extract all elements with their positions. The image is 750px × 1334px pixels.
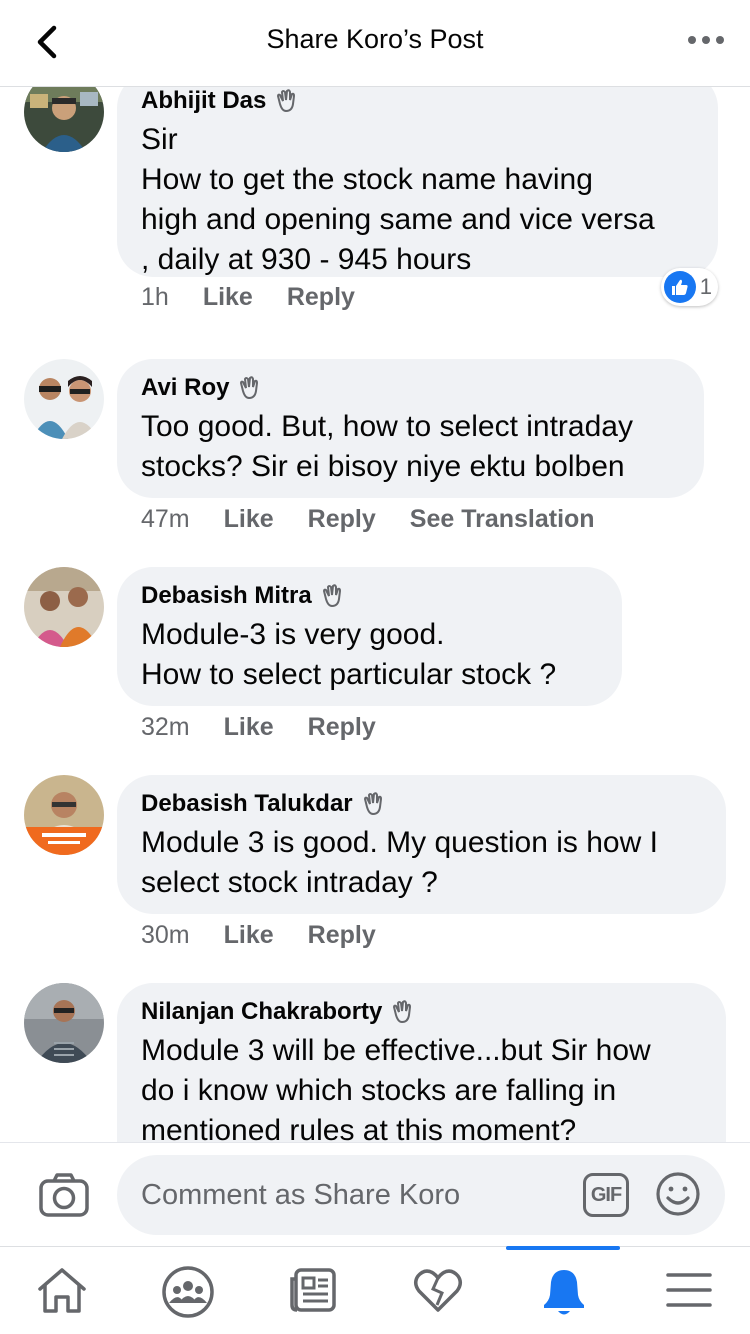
commenter-name[interactable]: Avi Roy <box>141 373 229 403</box>
comment-time[interactable]: 32m <box>141 712 190 742</box>
avatar[interactable] <box>24 775 104 855</box>
avatar[interactable] <box>24 86 104 152</box>
wave-hand-icon[interactable] <box>274 88 300 114</box>
wave-hand-icon[interactable] <box>390 999 416 1025</box>
bottom-tab-bar <box>0 1246 750 1334</box>
menu-icon <box>666 1273 712 1307</box>
comment-actions: 30m Like Reply <box>141 920 410 950</box>
reply-button[interactable]: Reply <box>308 920 376 950</box>
comment-list: Abhijit Das Sir How to get the stock nam… <box>0 86 750 1142</box>
comment-bubble: Avi Roy Too good. But, how to select int… <box>117 359 704 498</box>
comment-text: Module 3 is good. My question is how I s… <box>141 826 658 899</box>
groups-icon <box>162 1266 214 1318</box>
tab-menu[interactable] <box>659 1265 719 1319</box>
page-title: Share Koro’s Post <box>266 24 484 54</box>
comment-bubble: Abhijit Das Sir How to get the stock nam… <box>117 86 718 277</box>
commenter-name[interactable]: Debasish Talukdar <box>141 789 353 819</box>
comment-actions: 32m Like Reply <box>141 712 410 742</box>
notifications-bell-icon <box>544 1270 584 1315</box>
comment-placeholder: Comment as Share Koro <box>141 1178 461 1211</box>
tab-dating[interactable] <box>408 1265 468 1319</box>
tab-notifications[interactable] <box>534 1265 594 1319</box>
comment-time[interactable]: 30m <box>141 920 190 950</box>
tab-news[interactable] <box>283 1265 343 1319</box>
like-button[interactable]: Like <box>224 920 274 950</box>
camera-icon <box>39 1173 89 1217</box>
comment-text: Sir How to get the stock name having hig… <box>141 123 655 276</box>
commenter-name[interactable]: Abhijit Das <box>141 86 266 116</box>
comment-time[interactable]: 1h <box>141 282 169 312</box>
see-translation-button[interactable]: See Translation <box>410 504 595 534</box>
commenter-name[interactable]: Debasish Mitra <box>141 581 312 611</box>
comment-bubble: Debasish Talukdar Module 3 is good. My q… <box>117 775 726 914</box>
comment-text: Module 3 will be effective...but Sir how… <box>141 1034 651 1142</box>
more-dots-icon <box>688 36 724 44</box>
comment-actions: 1h Like Reply <box>141 282 389 312</box>
comment-input[interactable]: Comment as Share Koro GIF <box>117 1155 725 1235</box>
emoji-button[interactable] <box>655 1171 701 1217</box>
smiley-icon <box>656 1172 700 1216</box>
comment-text: Module-3 is very good. How to select par… <box>141 618 557 691</box>
top-bar: Share Koro’s Post <box>0 0 750 87</box>
wave-hand-icon[interactable] <box>361 791 387 817</box>
comment-composer: Comment as Share Koro GIF <box>0 1142 750 1247</box>
active-tab-indicator <box>506 1246 620 1250</box>
wave-hand-icon[interactable] <box>237 375 263 401</box>
reply-button[interactable]: Reply <box>308 504 376 534</box>
commenter-name[interactable]: Nilanjan Chakraborty <box>141 997 382 1027</box>
like-button[interactable]: Like <box>224 712 274 742</box>
reply-button[interactable]: Reply <box>308 712 376 742</box>
dating-heart-icon <box>414 1269 462 1312</box>
comment-bubble: Nilanjan Chakraborty Module 3 will be ef… <box>117 983 726 1142</box>
camera-button[interactable] <box>38 1171 90 1219</box>
comment-actions: 47m Like Reply See Translation <box>141 504 629 534</box>
comment-text: Too good. But, how to select intraday st… <box>141 410 633 483</box>
reaction-count: 1 <box>699 274 712 299</box>
gif-button[interactable]: GIF <box>583 1173 629 1217</box>
more-options-button[interactable] <box>686 28 726 52</box>
wave-hand-icon[interactable] <box>320 583 346 609</box>
tab-groups[interactable] <box>158 1265 218 1319</box>
avatar[interactable] <box>24 359 104 439</box>
reply-button[interactable]: Reply <box>287 282 355 312</box>
news-icon <box>290 1268 336 1312</box>
avatar[interactable] <box>24 567 104 647</box>
comment-time[interactable]: 47m <box>141 504 190 534</box>
reaction-summary[interactable]: 1 <box>660 268 718 306</box>
comment-bubble: Debasish Mitra Module-3 is very good. Ho… <box>117 567 622 706</box>
tab-home[interactable] <box>32 1265 92 1319</box>
thumbs-up-icon <box>663 271 696 303</box>
like-button[interactable]: Like <box>224 504 274 534</box>
home-icon <box>38 1268 86 1313</box>
avatar[interactable] <box>24 983 104 1063</box>
like-button[interactable]: Like <box>203 282 253 312</box>
